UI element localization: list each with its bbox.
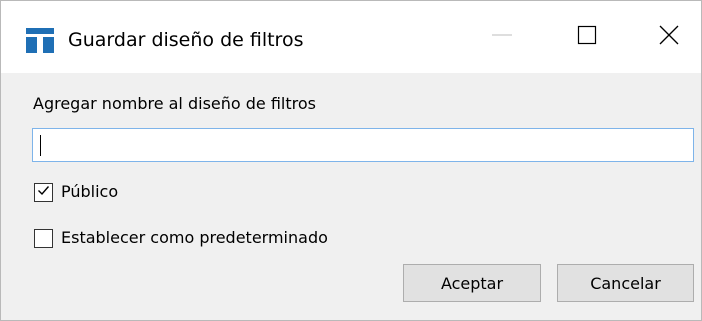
close-icon bbox=[658, 24, 680, 50]
layout-name-label: Agregar nombre al diseño de filtros bbox=[33, 94, 316, 113]
title-bar[interactable]: Guardar diseño de filtros bbox=[1, 1, 701, 73]
close-button[interactable] bbox=[637, 1, 701, 73]
checkmark-icon bbox=[36, 183, 51, 202]
default-checkbox[interactable] bbox=[34, 228, 53, 248]
app-logo-icon bbox=[25, 25, 55, 55]
default-checkbox-row[interactable]: Establecer como predeterminado bbox=[34, 227, 328, 249]
default-checkbox-label: Establecer como predeterminado bbox=[61, 228, 328, 247]
maximize-icon bbox=[576, 24, 598, 50]
cancel-button[interactable]: Cancelar bbox=[557, 264, 694, 302]
layout-name-input[interactable] bbox=[32, 128, 694, 162]
text-caret bbox=[40, 135, 41, 156]
public-checkbox[interactable] bbox=[34, 182, 53, 202]
save-filter-layout-dialog: Guardar diseño de filtros Agregar nombre… bbox=[0, 0, 702, 321]
accept-button[interactable]: Aceptar bbox=[403, 264, 541, 302]
minimize-icon bbox=[491, 24, 513, 50]
minimize-button[interactable] bbox=[467, 1, 537, 73]
public-checkbox-label: Público bbox=[61, 182, 119, 201]
window-title: Guardar diseño de filtros bbox=[68, 29, 304, 51]
dialog-body: Agregar nombre al diseño de filtros Públ… bbox=[1, 73, 701, 320]
maximize-button[interactable] bbox=[552, 1, 622, 73]
public-checkbox-row[interactable]: Público bbox=[34, 181, 118, 203]
